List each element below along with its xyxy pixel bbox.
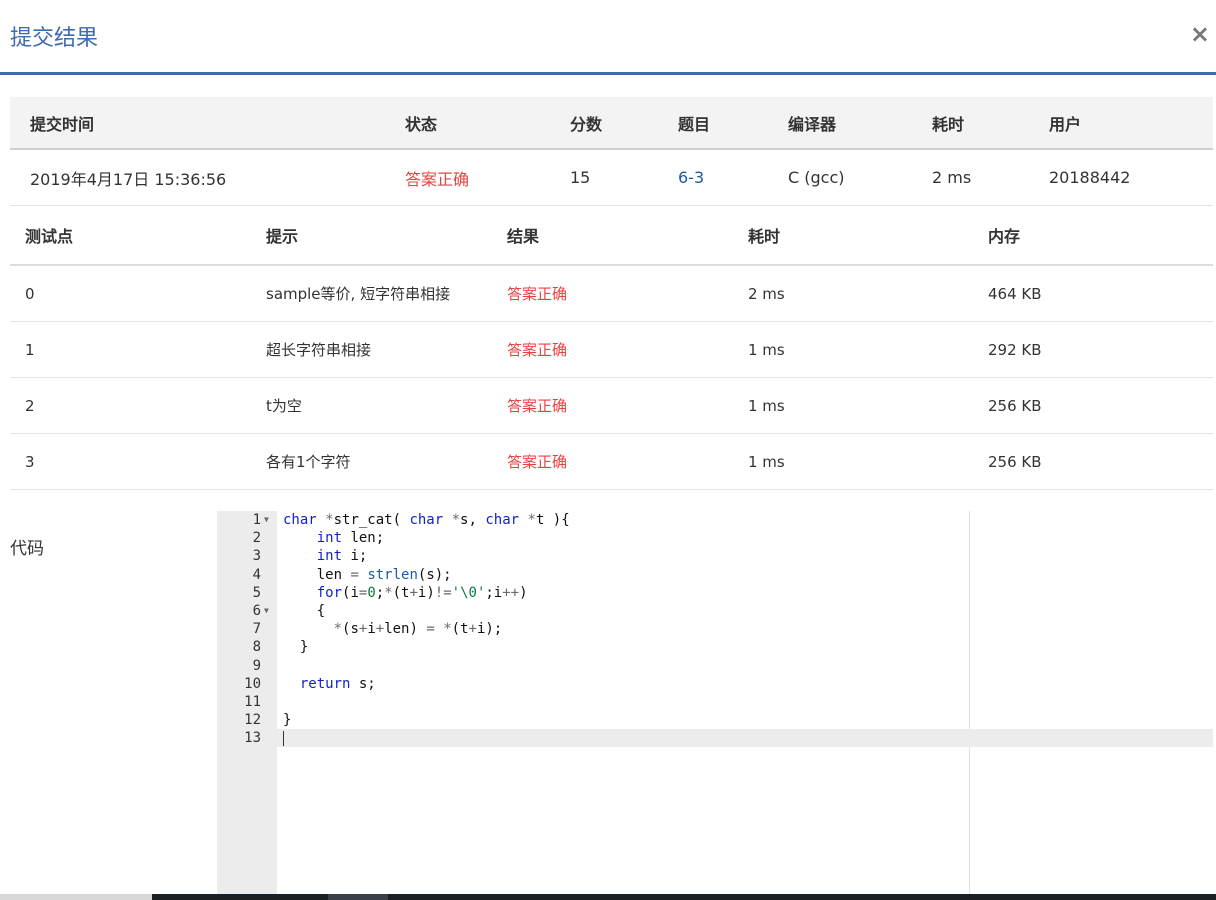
header-compiler: 编译器 [768,97,912,150]
code-label: 代码 [10,539,44,559]
tests-header-row: 测试点 提示 结果 耗时 内存 [10,206,1213,266]
line-number: 1 [252,512,261,528]
code-line[interactable]: 3 int i; [217,547,1213,565]
fold-triangle-icon[interactable]: ▼ [264,602,269,620]
submission-row: 2019年4月17日 15:36:56 答案正确 15 6-3 C (gcc) … [10,149,1213,206]
code-line[interactable]: 9 [217,657,1213,675]
table-row: 0 sample等价, 短字符串相接 答案正确 2 ms 464 KB [10,265,1213,322]
code-text: int i; [316,548,368,565]
line-number: 13 [244,730,261,747]
line-number: 6 [252,602,261,619]
code-line[interactable]: 5 for(i=0;*(t+i)!='\0';i++) [217,584,1213,602]
bottom-bar-segment [328,894,388,900]
problem-link[interactable]: 6-3 [658,149,768,206]
test-time: 2 ms [733,265,973,322]
code-text: char *str_cat( char *s, char *t ){ [283,512,570,528]
code-line[interactable]: 2 int len; [217,529,1213,547]
dialog-title: 提交结果 [10,26,99,51]
test-hint: 各有1个字符 [251,433,492,490]
header-user: 用户 [1029,97,1213,150]
test-hint: 超长字符串相接 [251,321,492,378]
line-number: 10 [244,675,261,692]
test-time: 1 ms [733,377,973,434]
code-text: { [283,602,326,619]
code-line[interactable]: 13 [217,729,1213,748]
header-result: 结果 [492,206,733,266]
code-text: len = strlen(s); [283,566,452,583]
fold-triangle-icon[interactable]: ▼ [264,511,269,529]
bottom-bar-segment [0,894,152,900]
close-icon[interactable]: × [1190,20,1210,48]
code-line[interactable]: 12} [217,711,1213,729]
bottom-bar [0,894,1216,900]
test-memory: 292 KB [973,321,1213,378]
test-id: 2 [10,377,251,434]
dialog-header: 提交结果 × [0,0,1216,75]
test-memory: 464 KB [973,265,1213,322]
line-number: 11 [244,693,261,710]
score: 15 [550,149,658,206]
test-memory: 256 KB [973,377,1213,434]
code-line[interactable]: 7 *(s+i+len) = *(t+i); [217,620,1213,638]
test-id: 0 [10,265,251,322]
test-memory: 256 KB [973,433,1213,490]
table-row: 1 超长字符串相接 答案正确 1 ms 292 KB [10,321,1213,378]
test-id: 1 [10,321,251,378]
test-hint: t为空 [251,377,492,434]
line-number: 5 [252,584,261,601]
test-result: 答案正确 [492,377,733,434]
submission-header-row: 提交时间 状态 分数 题目 编译器 耗时 用户 [10,97,1213,150]
test-result: 答案正确 [492,433,733,490]
test-result: 答案正确 [492,321,733,378]
submit-time: 2019年4月17日 15:36:56 [10,149,385,206]
code-text: *(s+i+len) = *(t+i); [333,621,503,638]
line-number: 12 [244,712,261,729]
line-number: 8 [252,639,261,656]
line-number: 7 [252,621,261,638]
code-editor[interactable]: 1 ▼ char *str_cat( char *s, char *t ){2 in… [217,511,1213,894]
elapsed: 2 ms [912,149,1029,206]
header-memory: 内存 [973,206,1213,266]
table-row: 2 t为空 答案正确 1 ms 256 KB [10,377,1213,434]
code-line[interactable]: 8 } [217,638,1213,656]
line-number: 3 [252,548,261,565]
header-test-point: 测试点 [10,206,251,266]
header-status: 状态 [385,97,550,150]
line-number: 4 [252,566,261,583]
code-line[interactable]: 1 ▼ char *str_cat( char *s, char *t ){ [217,511,1213,529]
code-line[interactable]: 4 len = strlen(s); [217,566,1213,584]
test-hint: sample等价, 短字符串相接 [251,265,492,322]
code-text: return s; [299,675,376,692]
code-lines[interactable]: 1 ▼ char *str_cat( char *s, char *t ){2 in… [217,511,1213,748]
header-elapsed: 耗时 [912,97,1029,150]
code-text: for(i=0;*(t+i)!='\0';i++) [316,584,528,601]
header-submit-time: 提交时间 [10,97,385,150]
test-cases-table: 测试点 提示 结果 耗时 内存 0 sample等价, 短字符串相接 答案正确 … [10,206,1213,490]
code-line[interactable]: 10 return s; [217,675,1213,693]
test-time: 1 ms [733,321,973,378]
compiler: C (gcc) [768,149,912,206]
user: 20188442 [1029,149,1213,206]
status-badge: 答案正确 [385,149,550,206]
test-id: 3 [10,433,251,490]
line-number: 2 [252,530,261,547]
code-line[interactable]: 11 [217,693,1213,711]
header-time: 耗时 [733,206,973,266]
code-line[interactable]: 6 ▼ { [217,602,1213,620]
submission-table: 提交时间 状态 分数 题目 编译器 耗时 用户 2019年4月17日 15:36… [10,97,1213,206]
line-number: 9 [252,657,261,674]
header-hint: 提示 [251,206,492,266]
test-time: 1 ms [733,433,973,490]
header-problem: 题目 [658,97,768,150]
text-cursor [283,731,284,747]
code-text: } [283,712,292,729]
code-text: } [283,639,309,656]
table-row: 3 各有1个字符 答案正确 1 ms 256 KB [10,433,1213,490]
header-score: 分数 [550,97,658,150]
code-text: int len; [316,530,385,547]
test-result: 答案正确 [492,265,733,322]
